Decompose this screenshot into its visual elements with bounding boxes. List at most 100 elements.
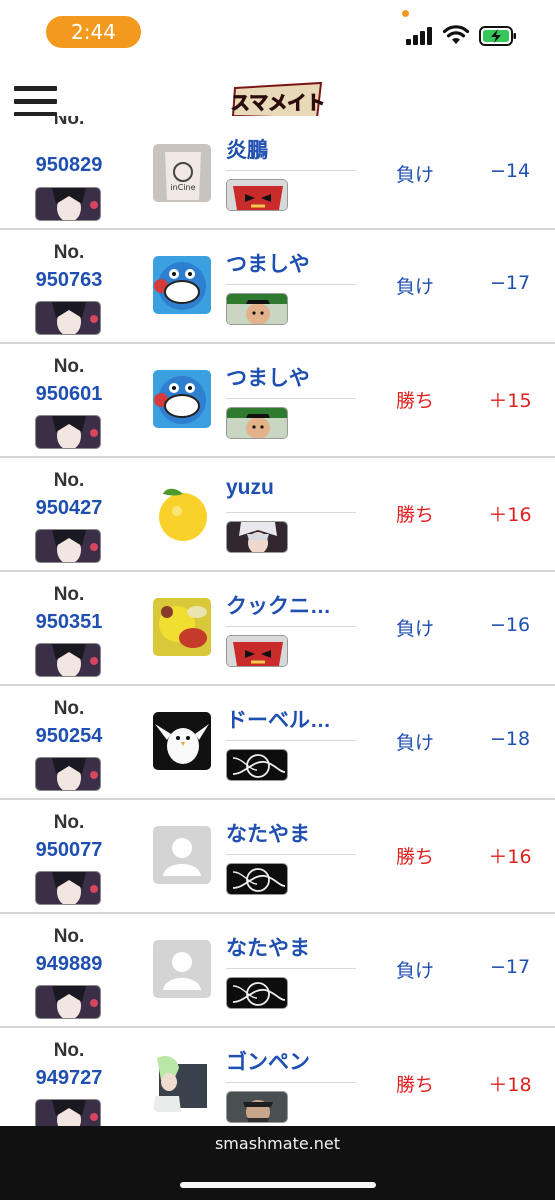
divider (226, 626, 356, 627)
match-row[interactable]: No. 949889 なたやま 負け −17 (0, 914, 555, 1028)
incineroar-icon (226, 635, 288, 667)
divider (226, 398, 356, 399)
my-character-icon (35, 643, 101, 677)
unknown-character-icon (226, 863, 288, 895)
little-mac-icon (226, 407, 288, 439)
rating-change: ＋16 (488, 846, 532, 868)
match-row[interactable]: No. 950763 つましや 負け −17 (0, 230, 555, 344)
incineroar-icon (226, 179, 288, 211)
divider (226, 1082, 356, 1083)
match-number[interactable]: 950601 (20, 383, 118, 406)
match-no-label: No. (53, 470, 85, 491)
match-history-list: No. 950829 inCine 炎鵬 負け −14 No. 950763 つ… (0, 116, 555, 1126)
opponent-name[interactable]: なたやま (226, 932, 356, 962)
opponent-name[interactable]: yuzu (226, 476, 356, 500)
match-no-label: No. (53, 926, 85, 947)
little-mac-icon (226, 293, 288, 325)
wifi-icon (442, 24, 470, 46)
divider (226, 968, 356, 969)
svg-text:inCine: inCine (170, 183, 195, 192)
my-character-icon (35, 1099, 101, 1126)
my-character-icon (35, 757, 101, 791)
match-no-label: No. (53, 242, 85, 263)
hamburger-menu-icon[interactable] (14, 86, 57, 118)
match-number[interactable]: 950254 (20, 725, 118, 748)
privacy-indicator-icon (402, 10, 409, 17)
match-number[interactable]: 950763 (20, 269, 118, 292)
match-no-label: No. (53, 356, 85, 377)
cartoon-avatar-icon[interactable] (153, 370, 211, 428)
status-time: 2:44 (46, 16, 141, 48)
match-number[interactable]: 950351 (20, 611, 118, 634)
unknown-character-icon (226, 977, 288, 1009)
my-character-icon (35, 415, 101, 449)
snake-icon (226, 1091, 288, 1123)
match-number[interactable]: 950829 (20, 154, 118, 177)
divider (226, 170, 356, 171)
yuzu-fruit-avatar-icon[interactable] (153, 484, 211, 542)
opponent-name[interactable]: ゴンペン (226, 1046, 356, 1076)
match-row[interactable]: No. 949727 ゴンペン 勝ち ＋18 (0, 1028, 555, 1126)
match-result: 負け (395, 732, 434, 754)
my-character-icon (35, 187, 101, 221)
match-result: 負け (395, 276, 434, 298)
match-row[interactable]: No. 950601 つましや 勝ち ＋15 (0, 344, 555, 458)
my-character-icon (35, 301, 101, 335)
match-result: 勝ち (395, 390, 434, 412)
svg-text:スマメイト: スマメイト (231, 92, 325, 114)
match-number[interactable]: 949727 (20, 1067, 118, 1090)
divider (226, 284, 356, 285)
rating-change: −14 (489, 160, 531, 182)
default-user-avatar-icon[interactable] (153, 826, 211, 884)
cartoon-avatar-icon[interactable] (153, 256, 211, 314)
opponent-name[interactable]: なたやま (226, 818, 356, 848)
rating-change: −17 (489, 272, 531, 294)
match-result: 負け (395, 618, 434, 640)
match-row[interactable]: No. 950427 yuzu 勝ち ＋16 (0, 458, 555, 572)
match-row[interactable]: No. 950351 クックニ… 負け −16 (0, 572, 555, 686)
match-number[interactable]: 949889 (20, 953, 118, 976)
default-user-avatar-icon[interactable] (153, 940, 211, 998)
status-bar: 2:44 (0, 0, 555, 66)
match-result: 勝ち (395, 1074, 434, 1096)
anime-avatar-icon[interactable] (153, 1054, 211, 1112)
rating-change: −17 (489, 956, 531, 978)
my-character-icon (35, 529, 101, 563)
blurred-avatar-icon[interactable] (153, 598, 211, 656)
photo-avatar-icon[interactable]: inCine (153, 144, 211, 202)
cellular-signal-icon (406, 27, 434, 45)
opponent-name[interactable]: ドーベル… (226, 704, 356, 734)
match-no-label: No. (53, 584, 85, 605)
opponent-name[interactable]: クックニ… (226, 590, 356, 620)
rating-change: ＋15 (488, 390, 532, 412)
my-character-icon (35, 871, 101, 905)
match-no-label: No. (53, 1040, 85, 1061)
robin-icon (226, 521, 288, 553)
rating-change: −18 (489, 728, 531, 750)
rating-change: −16 (489, 614, 531, 636)
browser-address-bar[interactable]: smashmate.net (0, 1126, 555, 1200)
my-character-icon (35, 985, 101, 1019)
match-result: 勝ち (395, 846, 434, 868)
match-row[interactable]: No. 950829 inCine 炎鵬 負け −14 (0, 116, 555, 230)
rating-change: ＋16 (488, 504, 532, 526)
match-row[interactable]: No. 950254 ドーベル… 負け −18 (0, 686, 555, 800)
match-no-label: No. (53, 698, 85, 719)
opponent-name[interactable]: 炎鵬 (226, 134, 356, 164)
match-result: 負け (395, 164, 434, 186)
match-no-label: No. (53, 812, 85, 833)
divider (226, 854, 356, 855)
match-row[interactable]: No. 950077 なたやま 勝ち ＋16 (0, 800, 555, 914)
match-number[interactable]: 950427 (20, 497, 118, 520)
divider (226, 512, 356, 513)
bird-avatar-icon[interactable] (153, 712, 211, 770)
site-url[interactable]: smashmate.net (0, 1134, 555, 1153)
match-number[interactable]: 950077 (20, 839, 118, 862)
opponent-name[interactable]: つましや (226, 248, 356, 278)
opponent-name[interactable]: つましや (226, 362, 356, 392)
match-result: 負け (395, 960, 434, 982)
home-indicator[interactable] (180, 1182, 376, 1188)
unknown-character-icon (226, 749, 288, 781)
divider (226, 740, 356, 741)
rating-change: ＋18 (488, 1074, 532, 1096)
